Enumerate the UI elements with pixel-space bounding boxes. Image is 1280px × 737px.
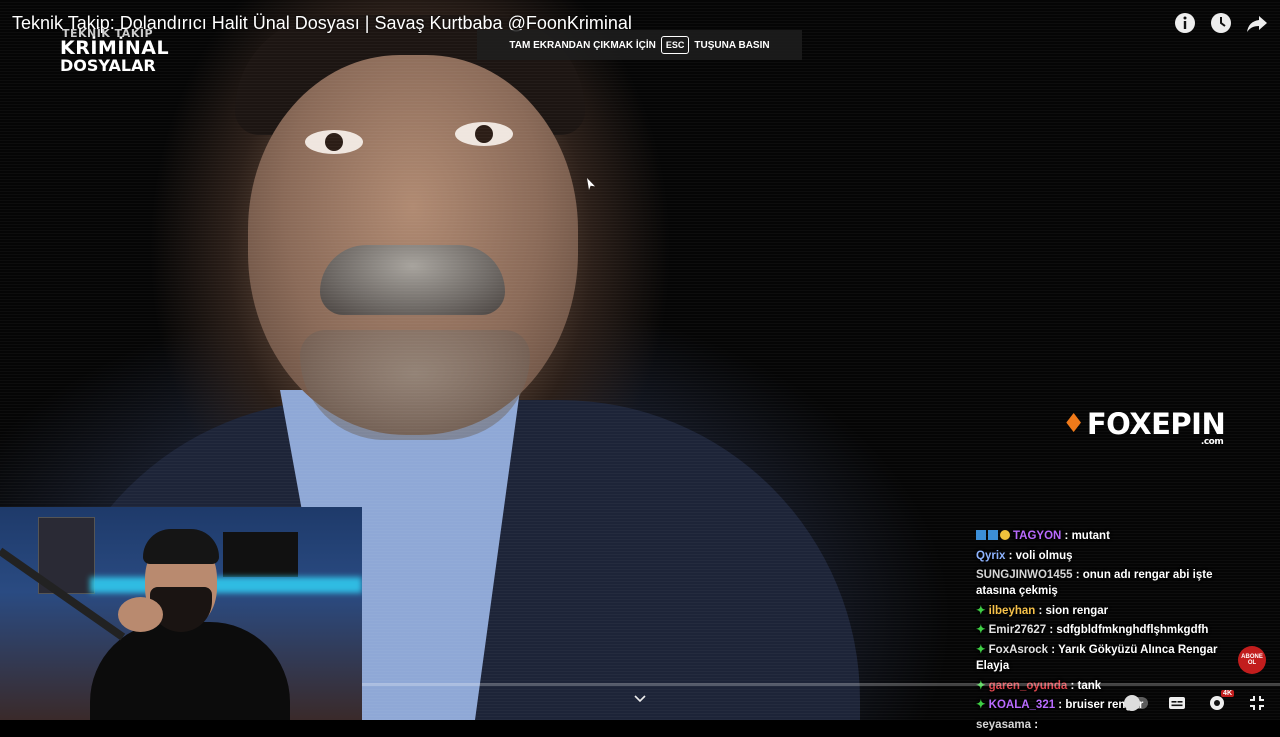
autoplay-toggle[interactable]	[1124, 694, 1148, 712]
fullscreen-exit-banner: TAM EKRANDAN ÇIKMAK İÇİN ESC TUŞUNA BASI…	[477, 30, 802, 60]
exit-fullscreen-icon[interactable]	[1246, 694, 1268, 712]
chat-username[interactable]: TAGYON	[1013, 530, 1061, 542]
gift-badge-icon	[988, 530, 998, 540]
banner-prefix: TAM EKRANDAN ÇIKMAK İÇİN	[509, 39, 656, 51]
webcam-person-hair	[143, 529, 219, 564]
chat-username[interactable]: KOALA_321	[989, 699, 1055, 711]
chat-message: TAGYON : mutant	[976, 528, 1246, 544]
chat-separator: :	[1005, 549, 1016, 562]
channel-logo: TEKNİK TAKİP KRİMİNAL DOSYALAR	[60, 28, 169, 75]
webcam-led-light	[90, 577, 362, 593]
star-badge-icon: ✦	[976, 624, 986, 637]
chat-message: SUNGJINWO1455 : onun adı rengar abi işte…	[976, 567, 1246, 599]
chat-message: ✦ FoxAsrock : Yarık Gökyüzü Alınca Rengar…	[976, 642, 1246, 674]
video-progress-bar[interactable]	[362, 683, 1280, 686]
subscribe-badge[interactable]: ABONE OL	[1238, 646, 1266, 674]
video-frame-eye	[455, 122, 513, 146]
chat-text: mutant	[1071, 530, 1110, 542]
chevron-down-icon[interactable]	[634, 690, 646, 708]
star-badge-icon: ✦	[976, 699, 986, 712]
chat-separator: :	[1055, 699, 1066, 712]
chat-username[interactable]: FoxAsrock	[989, 644, 1048, 656]
chat-separator: :	[1035, 604, 1046, 617]
chat-username[interactable]: seyasama	[976, 719, 1031, 731]
prime-badge-icon	[976, 530, 986, 540]
chat-username[interactable]: SUNGJINWO1455	[976, 569, 1073, 581]
sponsor-logo: ♦ FOXEPIN .com	[1062, 407, 1226, 447]
star-badge-icon: ✦	[976, 644, 986, 657]
chat-separator: :	[1061, 530, 1072, 542]
watch-later-icon[interactable]	[1210, 12, 1232, 34]
webcam-tv	[223, 532, 298, 577]
video-frame-eye	[305, 130, 363, 154]
star-badge-icon: ✦	[976, 604, 986, 617]
player-controls: 4K	[1124, 690, 1268, 712]
chat-text: voli olmuş	[1015, 549, 1073, 562]
chat-separator: :	[1046, 624, 1057, 637]
subtitles-icon[interactable]	[1166, 694, 1188, 712]
subscribe-line-2: OL	[1247, 660, 1257, 666]
top-icon-bar	[1174, 12, 1268, 34]
video-frame-mustache	[320, 245, 505, 315]
banner-suffix: TUŞUNA BASIN	[694, 39, 770, 51]
chat-separator: :	[1072, 569, 1083, 582]
esc-key: ESC	[660, 36, 690, 54]
chat-username[interactable]: Emir27627	[989, 624, 1047, 636]
chat-message: ✦ ilbeyhan : sion rengar	[976, 603, 1246, 619]
chat-message: ✦ Emir27627 : sdfgbldfmknghdflşhmkgdfh	[976, 622, 1246, 638]
quality-badge: 4K	[1221, 690, 1234, 697]
coin-badge-icon	[1000, 530, 1010, 540]
fox-logo-icon: ♦	[1062, 409, 1085, 439]
chat-message: Qyrix : voli olmuş	[976, 548, 1246, 564]
chat-text: sdfgbldfmknghdflşhmkgdfh	[1056, 624, 1209, 637]
logo-line-3: DOSYALAR	[60, 56, 156, 75]
sponsor-brand: FOXEPIN	[1086, 407, 1226, 441]
sponsor-domain: .com	[1200, 437, 1224, 447]
chat-text: sion rengar	[1045, 604, 1109, 617]
webcam-person-hand	[118, 597, 163, 632]
video-frame-beard	[300, 330, 530, 440]
chat-message: seyasama :	[976, 717, 1246, 733]
share-icon[interactable]	[1246, 12, 1268, 34]
chat-separator: :	[1031, 718, 1039, 731]
info-icon[interactable]	[1174, 12, 1196, 34]
toggle-switch-icon	[1124, 695, 1148, 711]
settings-icon[interactable]: 4K	[1206, 690, 1234, 712]
chat-separator: :	[1048, 644, 1059, 657]
chat-username[interactable]: Qyrix	[976, 550, 1005, 562]
chat-username[interactable]: ilbeyhan	[989, 605, 1036, 617]
streamer-webcam	[0, 507, 362, 720]
